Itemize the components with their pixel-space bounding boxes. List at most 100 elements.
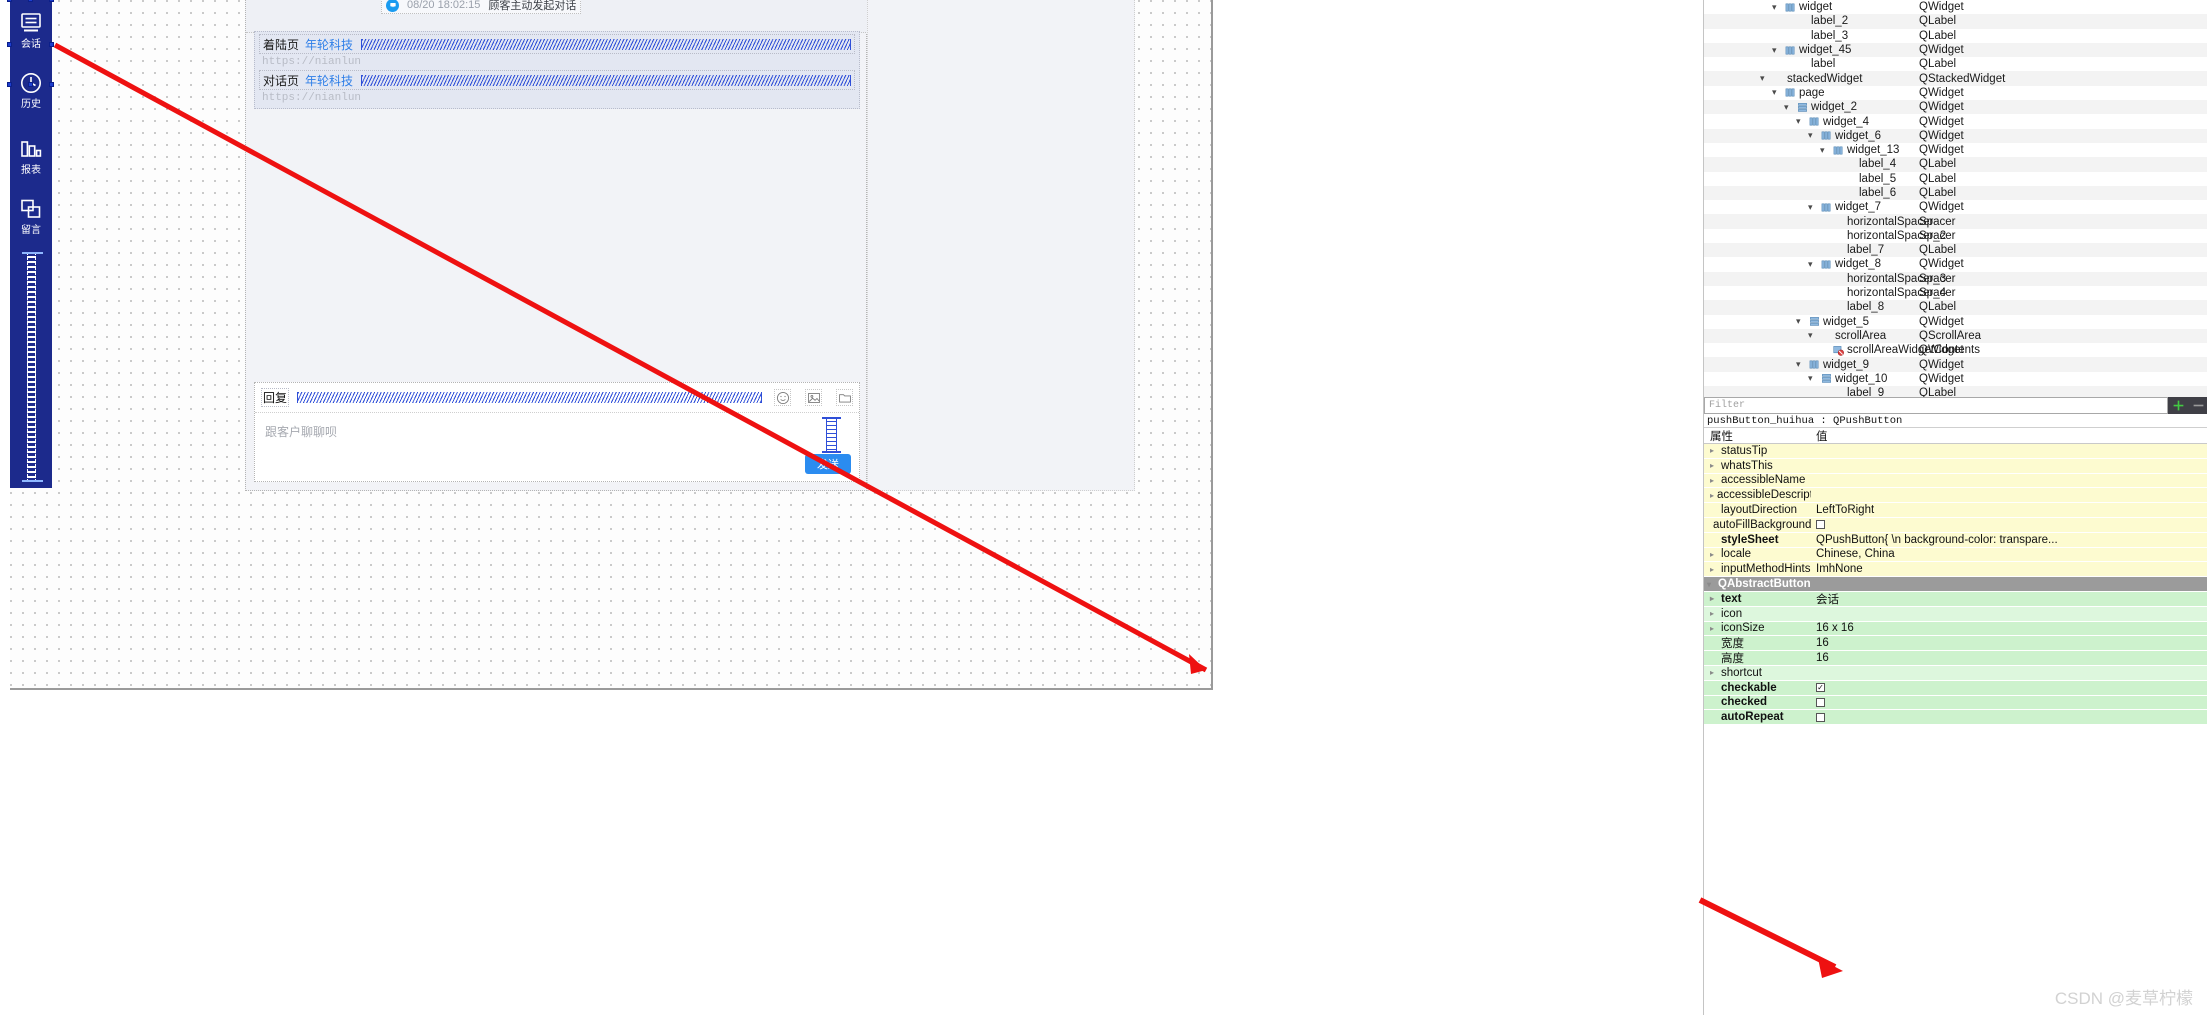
image-icon[interactable] — [805, 389, 822, 406]
tree-row[interactable]: ▾ widget_4 QWidget — [1704, 114, 2207, 128]
tree-row[interactable]: ▾ widget_6 QWidget — [1704, 128, 2207, 143]
selection-handle-br[interactable] — [49, 82, 54, 87]
tree-row[interactable]: ▾ scrollArea QScrollArea — [1704, 328, 2207, 344]
tree-row[interactable]: label_6 QLabel — [1704, 185, 2207, 201]
property-checkbox[interactable] — [1816, 520, 1825, 530]
property-filter-input[interactable]: Filter — [1704, 397, 2168, 414]
tree-row[interactable]: label_8 QLabel — [1704, 300, 2207, 315]
chevron-icon[interactable]: ▸ — [1710, 476, 1718, 485]
tree-row[interactable]: ▾ widget_5 QWidget — [1704, 315, 2207, 329]
chevron-down-icon[interactable]: ▾ — [1760, 74, 1770, 83]
chevron-down-icon[interactable]: ▾ — [1772, 2, 1782, 12]
nav-item-baobiao[interactable]: 报表 — [10, 130, 52, 182]
remove-property-button[interactable] — [2188, 397, 2207, 414]
chevron-icon[interactable]: ▸ — [1710, 594, 1718, 603]
chevron-down-icon[interactable]: ▾ — [1808, 131, 1818, 140]
chevron-down-icon[interactable]: ▾ — [1808, 202, 1818, 212]
tree-row[interactable]: label_2 QLabel — [1704, 14, 2207, 29]
chevron-icon[interactable]: ▸ — [1710, 491, 1714, 500]
chevron-down-icon[interactable]: ▾ — [1796, 360, 1806, 369]
tree-row[interactable]: horizontalSpacer_4 Spacer — [1704, 286, 2207, 300]
designer-canvas[interactable]: 会话 历史 报表 留言 08/20 18:02:15 顾客主动发起对话 着陆页 … — [0, 0, 1703, 938]
property-list[interactable]: ▸ statusTip ▸ whatsThis ▸ accessibleName ▸ acce… — [1704, 444, 2207, 1015]
property-row[interactable]: ▸accessibleDescripti... — [1704, 488, 2207, 504]
chevron-down-icon[interactable]: ▾ — [1772, 88, 1782, 97]
tree-row[interactable]: ▾ page QWidget — [1704, 86, 2207, 100]
property-row[interactable]: ▸ accessibleName — [1704, 473, 2207, 489]
property-row[interactable]: ▸ icon — [1704, 606, 2207, 622]
chevron-icon[interactable]: ▾ — [1707, 580, 1715, 589]
chevron-down-icon[interactable]: ▾ — [1796, 317, 1806, 326]
tree-row[interactable]: ▾ widget QWidget — [1704, 0, 2207, 14]
property-row[interactable]: ▸ text 会话 — [1704, 591, 2207, 607]
chevron-down-icon[interactable]: ▾ — [1820, 145, 1830, 155]
property-row[interactable]: ▸ whatsThis — [1704, 458, 2207, 474]
nav-item-liuyan[interactable]: 留言 — [10, 190, 52, 242]
selection-handle-tl[interactable] — [7, 0, 12, 2]
tree-row[interactable]: label QLabel — [1704, 57, 2207, 71]
tree-row[interactable]: ▾ widget_7 QWidget — [1704, 200, 2207, 214]
tree-row[interactable]: label_7 QLabel — [1704, 243, 2207, 258]
chevron-down-icon[interactable]: ▾ — [1772, 45, 1782, 55]
chevron-down-icon[interactable]: ▾ — [1808, 374, 1818, 383]
chevron-icon[interactable]: ▸ — [1710, 624, 1718, 633]
selection-handle-bc[interactable] — [28, 82, 33, 87]
chevron-down-icon[interactable]: ▾ — [1808, 259, 1818, 269]
property-row[interactable]: ▸ locale Chinese, China — [1704, 547, 2207, 563]
tree-row[interactable]: ▾ widget_2 QWidget — [1704, 100, 2207, 115]
form-preview-window[interactable]: 会话 历史 报表 留言 08/20 18:02:15 顾客主动发起对话 着陆页 … — [7, 0, 1213, 690]
emoji-icon[interactable] — [774, 389, 791, 406]
chevron-icon[interactable]: ▸ — [1710, 609, 1718, 618]
chevron-icon[interactable]: ▸ — [1710, 446, 1718, 455]
folder-icon[interactable] — [836, 389, 853, 406]
chevron-down-icon[interactable]: ▾ — [1784, 102, 1794, 112]
tree-row[interactable]: label_5 QLabel — [1704, 172, 2207, 186]
tree-row[interactable]: horizontalSpacer_2 Spacer — [1704, 229, 2207, 243]
property-row[interactable]: ▸ iconSize 16 x 16 — [1704, 621, 2207, 637]
property-row[interactable]: checked — [1704, 695, 2207, 711]
send-button[interactable]: 发送 — [805, 454, 851, 474]
tree-row[interactable]: ▾ widget_9 QWidget — [1704, 357, 2207, 372]
composer-textarea[interactable]: 跟客户聊聊呗 发送 — [255, 413, 859, 482]
property-row[interactable]: ▸ inputMethodHints ImhNone — [1704, 562, 2207, 578]
chevron-icon[interactable]: ▸ — [1710, 461, 1718, 470]
chevron-icon[interactable]: ▸ — [1710, 550, 1718, 559]
property-row[interactable]: layoutDirection LeftToRight — [1704, 503, 2207, 518]
tree-row[interactable]: ▾ widget_13 QWidget — [1704, 143, 2207, 157]
nav-item-huihua[interactable]: 会话 — [10, 4, 52, 56]
property-checkbox[interactable] — [1816, 712, 1825, 722]
property-row[interactable]: checkable ✓ — [1704, 680, 2207, 696]
tree-row[interactable]: ▾ widget_10 QWidget — [1704, 372, 2207, 386]
property-checkbox[interactable] — [1816, 697, 1825, 707]
property-row[interactable]: 高度 16 — [1704, 651, 2207, 666]
chevron-icon[interactable]: ▸ — [1710, 668, 1718, 677]
selection-handle-tr[interactable] — [49, 0, 54, 2]
property-row[interactable]: 宽度 16 — [1704, 636, 2207, 652]
nav-item-lishi[interactable]: 历史 — [10, 64, 52, 116]
selection-handle-tc[interactable] — [28, 0, 33, 2]
tree-row[interactable]: ▾ widget_8 QWidget — [1704, 257, 2207, 271]
add-property-button[interactable] — [2168, 397, 2188, 414]
property-checkbox[interactable]: ✓ — [1816, 683, 1825, 693]
property-row[interactable]: ▾ QAbstractButton — [1704, 577, 2207, 592]
tree-row[interactable]: label_3 QLabel — [1704, 29, 2207, 43]
tree-row[interactable]: ▾ stackedWidget QStackedWidget — [1704, 71, 2207, 86]
property-row[interactable]: ▸ statusTip — [1704, 444, 2207, 459]
selection-handle-mr[interactable] — [49, 42, 54, 47]
tree-row[interactable]: label_9 QLabel — [1704, 386, 2207, 397]
selection-handle-bl[interactable] — [7, 82, 12, 87]
property-row[interactable]: styleSheet QPushButton{ \n background-col… — [1704, 532, 2207, 548]
tree-row[interactable]: label_4 QLabel — [1704, 157, 2207, 172]
property-row[interactable]: autoFillBackground — [1704, 517, 2207, 533]
chevron-down-icon[interactable]: ▾ — [1808, 331, 1818, 340]
selection-handle-ml[interactable] — [7, 42, 12, 47]
tree-row[interactable]: horizontalSpacer Spacer — [1704, 214, 2207, 229]
chevron-icon[interactable]: ▸ — [1710, 565, 1718, 574]
property-row[interactable]: ▸ shortcut — [1704, 665, 2207, 681]
tree-row[interactable]: scrollAreaWidgetContents QWidget — [1704, 343, 2207, 357]
tree-row[interactable]: ▾ widget_45 QWidget — [1704, 42, 2207, 58]
tree-row[interactable]: horizontalSpacer_3 Spacer — [1704, 271, 2207, 286]
property-row[interactable]: autoRepeat — [1704, 710, 2207, 726]
chevron-down-icon[interactable]: ▾ — [1796, 117, 1806, 126]
object-inspector[interactable]: ▾ widget QWidget label_2 QLabel label_3 QLabel… — [1704, 0, 2207, 397]
